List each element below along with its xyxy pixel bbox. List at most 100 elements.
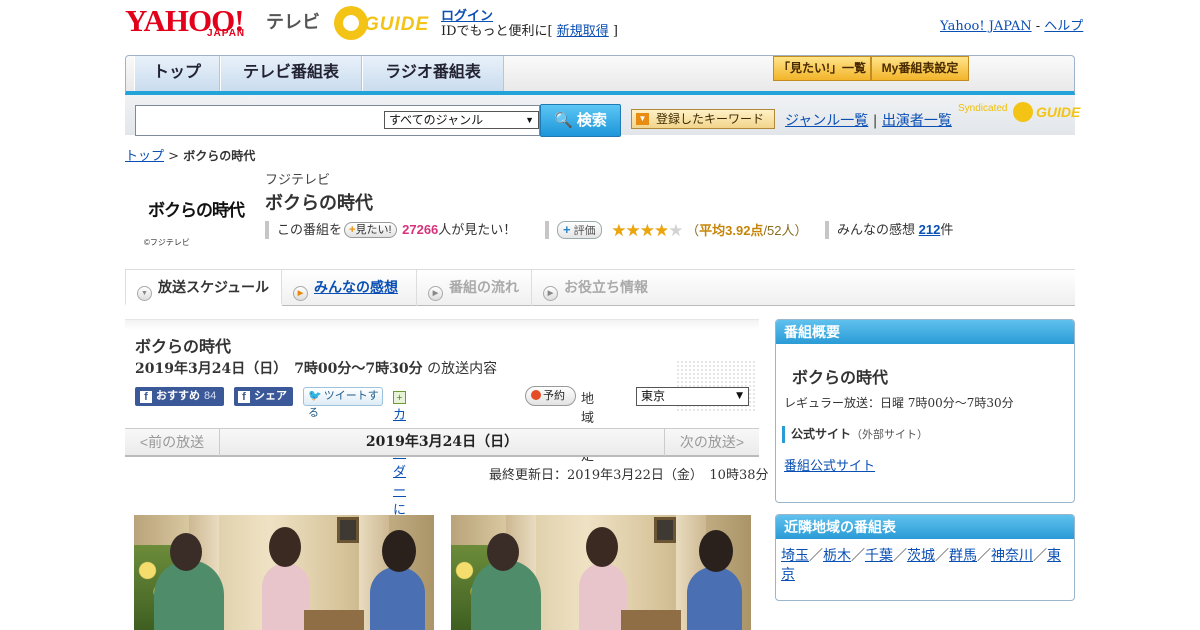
reserve-button[interactable]: 予約 bbox=[525, 386, 576, 406]
region-link-tochigi[interactable]: 栃木 bbox=[823, 548, 851, 564]
facebook-recommend-count: 84 bbox=[204, 390, 217, 402]
tv-service-label: テレビ bbox=[266, 12, 320, 32]
breadcrumb: トップ > ボクらの時代 bbox=[125, 145, 255, 164]
performer-list-link[interactable]: 出演者一覧 bbox=[882, 113, 952, 129]
login-message: IDでもっと便利に[ 新規取得 ] bbox=[441, 20, 618, 39]
previous-broadcast-link[interactable]: <前の放送 bbox=[125, 429, 220, 456]
region-separator: ／ bbox=[809, 548, 823, 564]
photo-person-head bbox=[269, 527, 301, 567]
genre-list-link[interactable]: ジャンル一覧 bbox=[785, 113, 868, 129]
tab-label: 放送スケジュール bbox=[158, 279, 270, 295]
station-name: フジテレビ bbox=[265, 172, 331, 187]
impressions-label: みんなの感想 bbox=[837, 222, 916, 237]
region-select-value: 東京 bbox=[641, 389, 666, 403]
program-photo[interactable] bbox=[134, 515, 434, 630]
nav-tab-top[interactable]: トップ bbox=[134, 56, 220, 91]
play-arrow-icon: ▶ bbox=[428, 286, 443, 301]
header-link-separator: - bbox=[1031, 19, 1045, 34]
calendar-icon: + bbox=[393, 391, 406, 404]
dropdown-arrow-icon: ▼ bbox=[525, 115, 534, 125]
program-logo: ボクらの時代 bbox=[148, 201, 245, 220]
region-link-chiba[interactable]: 千葉 bbox=[865, 548, 893, 564]
facebook-recommend-button[interactable]: f おすすめ 84 bbox=[135, 387, 224, 406]
program-tabs: ▼ 放送スケジュール ▶ みんなの感想 ▶ 番組の流れ ▶ お役立ち情報 bbox=[125, 269, 1075, 306]
photo-person-head bbox=[699, 530, 733, 572]
rating-count: /52人） bbox=[763, 223, 808, 238]
search-icon: 🔍 bbox=[554, 112, 573, 129]
rating-stars-filled: ★★★★★ bbox=[611, 222, 668, 240]
rating-average: 平均3.92点 bbox=[699, 223, 764, 238]
facebook-recommend-label: おすすめ bbox=[156, 390, 200, 402]
tab-label: 番組の流れ bbox=[449, 279, 519, 295]
program-overview-header: 番組概要 bbox=[776, 320, 1074, 344]
genre-select[interactable]: すべてのジャンル ▼ bbox=[384, 111, 539, 129]
syndicated-label: Syndicated bbox=[958, 103, 1008, 114]
evaluate-button[interactable]: + 評価 bbox=[557, 221, 602, 239]
gguide-logo[interactable]: GUIDE bbox=[334, 6, 432, 40]
my-schedule-settings-button[interactable]: My番組表設定 bbox=[871, 56, 969, 81]
twitter-bird-icon: 🐦 bbox=[308, 390, 322, 402]
official-site-heading: 公式サイト（外部サイト） bbox=[782, 426, 928, 443]
yahoo-japan-link[interactable]: Yahoo! JAPAN bbox=[940, 19, 1032, 34]
photo-picture-frame bbox=[337, 517, 359, 543]
rating-open-paren: （ bbox=[686, 223, 700, 238]
photo-person-head bbox=[170, 533, 202, 571]
region-link-ibaraki[interactable]: 茨城 bbox=[907, 548, 935, 564]
register-link[interactable]: 新規取得 bbox=[557, 24, 609, 39]
tab-broadcast-schedule[interactable]: ▼ 放送スケジュール bbox=[125, 270, 282, 306]
official-site-label: 公式サイト bbox=[791, 427, 852, 441]
region-separator: ／ bbox=[977, 548, 991, 564]
region-separator: ／ bbox=[851, 548, 865, 564]
photo-person-head bbox=[487, 533, 519, 571]
nav-tab-radio-schedule[interactable]: ラジオ番組表 bbox=[362, 56, 504, 91]
program-title: ボクらの時代 bbox=[265, 193, 373, 213]
nearby-regions-list: 埼玉／栃木／千葉／茨城／群馬／神奈川／東京 bbox=[781, 547, 1071, 585]
mitai-list-button[interactable]: 「見たい!」一覧 bbox=[773, 56, 871, 81]
yahoo-japan-wordmark: JAPAN bbox=[207, 28, 246, 39]
official-site-note: （外部サイト） bbox=[851, 428, 929, 441]
broadcast-datetime: 2019年3月24日（日） 7時00分～7時30分 の放送内容 bbox=[135, 358, 497, 378]
facebook-share-button[interactable]: f シェア bbox=[234, 387, 293, 406]
mitai-button-label: 見たい! bbox=[355, 224, 392, 236]
broadcast-datetime-value: 2019年3月24日（日） 7時00分～7時30分 bbox=[135, 361, 423, 377]
plus-icon: + bbox=[563, 222, 571, 237]
region-link-saitama[interactable]: 埼玉 bbox=[781, 548, 809, 564]
tab-impressions[interactable]: ▶ みんなの感想 bbox=[282, 270, 417, 306]
region-link-kanagawa[interactable]: 神奈川 bbox=[991, 548, 1033, 564]
facebook-icon: f bbox=[140, 391, 152, 403]
search-button[interactable]: 🔍 検索 bbox=[540, 104, 621, 137]
nav-tab-tv-schedule[interactable]: テレビ番組表 bbox=[220, 56, 362, 91]
mitai-button[interactable]: +見たい! bbox=[344, 222, 397, 238]
dropdown-arrow-icon: ▼ bbox=[736, 391, 743, 401]
official-site-link[interactable]: 番組公式サイト bbox=[784, 455, 875, 474]
help-link[interactable]: ヘルプ bbox=[1044, 19, 1083, 34]
region-select[interactable]: 東京 ▼ bbox=[636, 387, 749, 406]
link-divider: | bbox=[872, 113, 878, 129]
impressions-section: みんなの感想 212件 bbox=[825, 221, 953, 239]
chevron-down-icon: ▼ bbox=[137, 286, 152, 301]
region-separator: ／ bbox=[893, 548, 907, 564]
breadcrumb-separator: > bbox=[164, 149, 184, 164]
mitai-count: 27266 bbox=[402, 222, 439, 237]
header-links: Yahoo! JAPAN - ヘルプ bbox=[940, 15, 1083, 34]
impressions-count-link[interactable]: 212 bbox=[919, 222, 941, 237]
registered-keywords-button[interactable]: ▼ 登録したキーワード bbox=[631, 109, 775, 129]
rating-summary: （平均3.92点/52人） bbox=[686, 223, 807, 238]
gguide-wordmark: GUIDE bbox=[364, 14, 430, 35]
photo-person-head bbox=[382, 530, 416, 572]
photo-picture-frame bbox=[654, 517, 676, 543]
program-photo[interactable] bbox=[451, 515, 751, 630]
record-dot-icon bbox=[531, 390, 541, 400]
login-message-prefix: IDでもっと便利に[ bbox=[441, 24, 557, 39]
genre-select-value: すべてのジャンル bbox=[389, 113, 484, 127]
next-broadcast-link[interactable]: 次の放送> bbox=[664, 429, 759, 456]
nearby-regions-box: 近隣地域の番組表 埼玉／栃木／千葉／茨城／群馬／神奈川／東京 bbox=[775, 514, 1075, 601]
tweet-button[interactable]: 🐦 ツイートする bbox=[303, 387, 383, 419]
overview-program-title: ボクらの時代 bbox=[792, 370, 889, 387]
photo-person bbox=[687, 567, 742, 630]
region-link-gunma[interactable]: 群馬 bbox=[949, 548, 977, 564]
region-separator: ／ bbox=[935, 548, 949, 564]
photo-person bbox=[262, 563, 310, 630]
login-message-suffix: ] bbox=[608, 24, 618, 39]
breadcrumb-top-link[interactable]: トップ bbox=[125, 149, 164, 164]
